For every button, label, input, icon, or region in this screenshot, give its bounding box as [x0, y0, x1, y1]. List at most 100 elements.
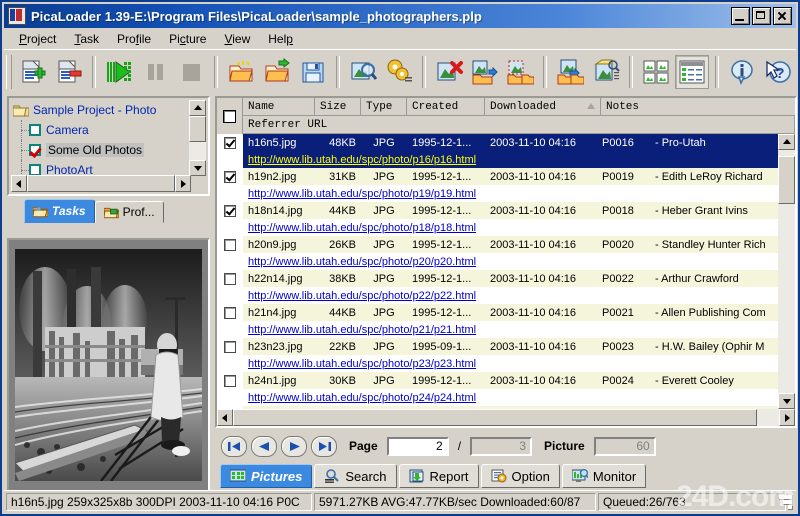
menu-item-picture[interactable]: Picture — [160, 30, 215, 48]
detail-view-icon[interactable] — [675, 55, 710, 89]
tree-checkbox[interactable] — [29, 144, 41, 156]
row-checkbox-cell[interactable] — [217, 372, 243, 406]
minimize-button[interactable] — [731, 7, 750, 25]
row-checkbox[interactable] — [224, 239, 236, 251]
column-header-created[interactable]: Created — [407, 98, 485, 116]
first-page-icon[interactable] — [221, 435, 247, 457]
column-header-downloaded[interactable]: Downloaded — [485, 98, 601, 116]
menu-item-task[interactable]: Task — [65, 30, 108, 48]
tree-item-camera[interactable]: Camera — [11, 120, 191, 140]
tree-vertical-scrollbar[interactable] — [189, 100, 206, 176]
scroll-track[interactable] — [778, 150, 795, 393]
tree-root[interactable]: Sample Project - Photo — [11, 100, 191, 120]
list-horizontal-scrollbar[interactable] — [217, 409, 795, 426]
scroll-thumb[interactable] — [778, 156, 795, 204]
row-url[interactable]: http://www.lib.utah.edu/spc/photo/p22/p2… — [243, 287, 778, 304]
maximize-button[interactable] — [752, 7, 771, 25]
scroll-track[interactable] — [27, 175, 175, 192]
export-picture-icon[interactable] — [553, 55, 587, 89]
page-input[interactable]: 2 — [386, 436, 449, 456]
start-icon[interactable] — [102, 55, 136, 89]
referrer-url-link[interactable]: http://www.lib.utah.edu/spc/photo/p21/p2… — [248, 324, 476, 336]
column-header-size[interactable]: Size — [315, 98, 361, 116]
table-row[interactable]: h19n2.jpg 31KB JPG 1995-12-1... 2003-11-… — [217, 168, 778, 202]
table-row[interactable]: h23n23.jpg 22KB JPG 1995-09-1... 2003-11… — [217, 338, 778, 372]
table-row[interactable]: h16n5.jpg 48KB JPG 1995-12-1... 2003-11-… — [217, 134, 778, 168]
referrer-url-link[interactable]: http://www.lib.utah.edu/spc/photo/p23/p2… — [248, 358, 476, 370]
scroll-thumb[interactable] — [27, 175, 175, 192]
menu-item-project[interactable]: Project — [10, 30, 65, 48]
scroll-up-button[interactable] — [778, 134, 795, 150]
row-checkbox-cell[interactable] — [217, 168, 243, 202]
tree-checkbox[interactable] — [29, 124, 41, 136]
copy-picture-icon[interactable] — [467, 55, 501, 89]
table-row[interactable]: h22n14.jpg 38KB JPG 1995-12-1... 2003-11… — [217, 270, 778, 304]
delete-project-icon[interactable] — [52, 55, 86, 89]
referrer-url-link[interactable]: http://www.lib.utah.edu/spc/photo/p20/p2… — [248, 256, 476, 268]
select-all-checkbox[interactable] — [223, 109, 236, 123]
table-row[interactable]: h18n14.jpg 44KB JPG 1995-12-1... 2003-11… — [217, 202, 778, 236]
row-checkbox-cell[interactable] — [217, 202, 243, 236]
table-row[interactable]: h20n9.jpg 26KB JPG 1995-12-1... 2003-11-… — [217, 236, 778, 270]
referrer-url-link[interactable]: http://www.lib.utah.edu/spc/photo/p24/p2… — [248, 392, 476, 404]
close-button[interactable] — [773, 7, 792, 25]
last-page-icon[interactable] — [311, 435, 337, 457]
tab-tasks[interactable]: Tasks — [24, 199, 95, 223]
toolbar-grip[interactable] — [6, 55, 12, 89]
scroll-track[interactable] — [189, 116, 206, 160]
help-icon[interactable]: ? — [761, 55, 795, 89]
referrer-url-link[interactable]: http://www.lib.utah.edu/spc/photo/p19/p1… — [248, 188, 476, 200]
preview-search-icon[interactable] — [346, 55, 380, 89]
row-checkbox-cell[interactable] — [217, 134, 243, 168]
tab-monitor[interactable]: Monitor — [561, 464, 647, 488]
row-url[interactable]: http://www.lib.utah.edu/spc/photo/p18/p1… — [243, 219, 778, 236]
new-project-icon[interactable] — [16, 55, 50, 89]
menu-item-view[interactable]: View — [215, 30, 259, 48]
scroll-down-button[interactable] — [189, 160, 206, 176]
menu-item-profile[interactable]: Profile — [108, 30, 160, 48]
settings-gears-icon[interactable] — [382, 55, 416, 89]
row-checkbox[interactable] — [224, 375, 236, 387]
row-checkbox-cell[interactable] — [217, 338, 243, 372]
select-all-cell[interactable] — [217, 98, 243, 134]
tab-report[interactable]: Report — [398, 464, 479, 488]
tab-profile[interactable]: Prof... — [94, 201, 164, 223]
prev-page-icon[interactable] — [251, 435, 277, 457]
stop-icon[interactable] — [174, 55, 208, 89]
list-rows[interactable]: h16n5.jpg 48KB JPG 1995-12-1... 2003-11-… — [217, 134, 778, 409]
row-checkbox-cell[interactable] — [217, 270, 243, 304]
column-header-notes[interactable]: Notes — [601, 98, 795, 116]
row-url[interactable]: http://www.lib.utah.edu/spc/photo/p21/p2… — [243, 321, 778, 338]
row-checkbox[interactable] — [224, 273, 236, 285]
row-checkbox[interactable] — [224, 137, 236, 149]
table-row[interactable]: h24n1.jpg 30KB JPG 1995-12-1... 2003-11-… — [217, 372, 778, 406]
row-url[interactable]: http://www.lib.utah.edu/spc/photo/p20/p2… — [243, 253, 778, 270]
thumbnail-view-icon[interactable] — [639, 55, 673, 89]
scroll-thumb[interactable] — [233, 409, 758, 426]
referrer-url-link[interactable]: http://www.lib.utah.edu/spc/photo/p18/p1… — [248, 222, 476, 234]
row-checkbox-cell[interactable] — [217, 304, 243, 338]
column-header-type[interactable]: Type — [361, 98, 407, 116]
row-checkbox[interactable] — [224, 205, 236, 217]
zoom-picture-icon[interactable] — [589, 55, 623, 89]
column-header-referrer-url[interactable]: Referrer URL — [243, 116, 795, 133]
list-vertical-scrollbar[interactable] — [778, 134, 795, 409]
info-icon[interactable] — [725, 55, 759, 89]
row-checkbox[interactable] — [224, 307, 236, 319]
column-header-name[interactable]: Name — [243, 98, 315, 116]
next-page-icon[interactable] — [281, 435, 307, 457]
tree-horizontal-scrollbar[interactable] — [11, 175, 191, 192]
menu-item-help[interactable]: Help — [259, 30, 302, 48]
table-row[interactable]: h21n4.jpg 44KB JPG 1995-12-1... 2003-11-… — [217, 304, 778, 338]
row-url[interactable]: http://www.lib.utah.edu/spc/photo/p19/p1… — [243, 185, 778, 202]
new-folder-icon[interactable] — [224, 55, 258, 89]
row-url[interactable]: http://www.lib.utah.edu/spc/photo/p23/p2… — [243, 355, 778, 372]
resize-grip[interactable] — [779, 495, 793, 510]
row-checkbox-cell[interactable] — [217, 236, 243, 270]
open-folder-icon[interactable] — [260, 55, 294, 89]
tab-pictures[interactable]: Pictures — [220, 464, 313, 488]
scroll-up-button[interactable] — [189, 100, 206, 116]
referrer-url-link[interactable]: http://www.lib.utah.edu/spc/photo/p22/p2… — [248, 290, 476, 302]
image-preview-panel[interactable] — [7, 238, 210, 492]
scroll-track[interactable] — [233, 409, 779, 426]
